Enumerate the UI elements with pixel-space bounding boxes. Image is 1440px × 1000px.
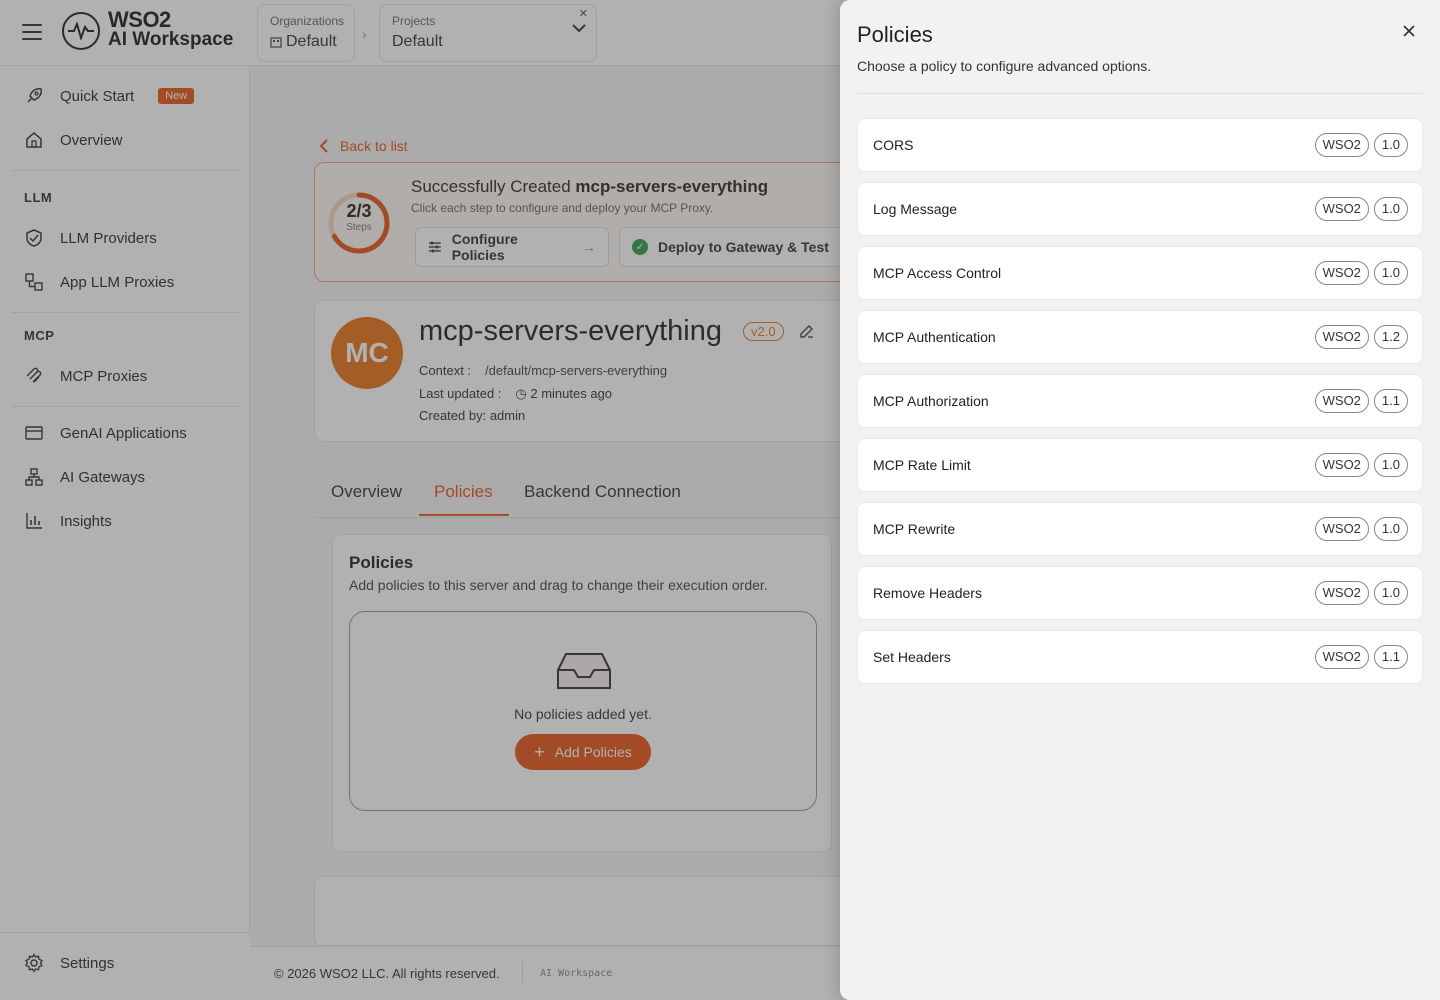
policy-chips: WSO2 1.0 [1314,133,1408,157]
policy-item-mcp-authorization[interactable]: MCP Authorization WSO2 1.1 [857,374,1423,428]
drawer-divider [857,93,1423,94]
policy-chips: WSO2 1.0 [1314,197,1408,221]
policy-chips: WSO2 1.1 [1314,389,1408,413]
policy-name: Remove Headers [873,585,982,601]
policy-item-mcp-access-control[interactable]: MCP Access Control WSO2 1.0 [857,246,1423,300]
drawer-subtitle: Choose a policy to configure advanced op… [857,58,1152,74]
version-chip: 1.0 [1373,197,1408,221]
version-chip: 1.1 [1373,645,1408,669]
policy-name: Log Message [873,201,958,217]
drawer-title: Policies [857,22,933,47]
policy-item-set-headers[interactable]: Set Headers WSO2 1.1 [857,630,1423,684]
policy-item-log-message[interactable]: Log Message WSO2 1.0 [857,182,1423,236]
policy-item-mcp-rate-limit[interactable]: MCP Rate Limit WSO2 1.0 [857,438,1423,492]
version-chip: 1.1 [1373,389,1408,413]
vendor-chip: WSO2 [1314,325,1369,349]
policy-name: MCP Rate Limit [873,457,971,473]
policy-chips: WSO2 1.0 [1314,453,1408,477]
version-chip: 1.0 [1373,261,1408,285]
policy-name: CORS [873,137,914,153]
policy-chips: WSO2 1.2 [1314,325,1408,349]
policy-name: MCP Rewrite [873,521,956,537]
version-chip: 1.2 [1373,325,1408,349]
vendor-chip: WSO2 [1314,453,1369,477]
version-chip: 1.0 [1373,581,1408,605]
vendor-chip: WSO2 [1314,645,1369,669]
version-chip: 1.0 [1373,133,1408,157]
vendor-chip: WSO2 [1314,133,1369,157]
policy-chips: WSO2 1.1 [1314,645,1408,669]
policy-name: Set Headers [873,649,951,665]
policies-drawer: Policies Choose a policy to configure ad… [840,0,1440,1000]
vendor-chip: WSO2 [1314,517,1369,541]
close-icon[interactable] [1400,22,1418,40]
vendor-chip: WSO2 [1314,581,1369,605]
policy-chips: WSO2 1.0 [1314,517,1408,541]
policy-item-cors[interactable]: CORS WSO2 1.0 [857,118,1423,172]
vendor-chip: WSO2 [1314,261,1369,285]
policy-name: MCP Authentication [873,329,996,345]
version-chip: 1.0 [1373,517,1408,541]
policy-name: MCP Authorization [873,393,989,409]
policy-item-mcp-rewrite[interactable]: MCP Rewrite WSO2 1.0 [857,502,1423,556]
policy-item-remove-headers[interactable]: Remove Headers WSO2 1.0 [857,566,1423,620]
version-chip: 1.0 [1373,453,1408,477]
policy-chips: WSO2 1.0 [1314,581,1408,605]
policy-chips: WSO2 1.0 [1314,261,1408,285]
vendor-chip: WSO2 [1314,197,1369,221]
policy-name: MCP Access Control [873,265,1002,281]
vendor-chip: WSO2 [1314,389,1369,413]
policy-item-mcp-authentication[interactable]: MCP Authentication WSO2 1.2 [857,310,1423,364]
